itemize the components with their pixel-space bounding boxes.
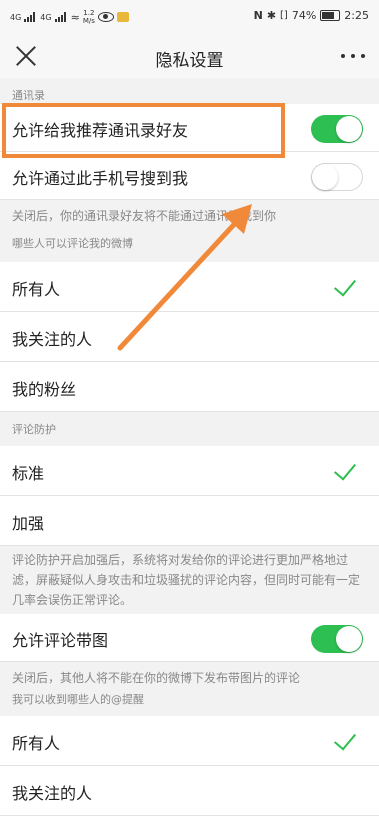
signal-icon-1: [24, 12, 37, 22]
battery-icon: [320, 10, 341, 21]
option-label: 加强: [12, 514, 45, 533]
section-header-comment-protect: 评论防护: [12, 423, 56, 436]
network-speed: 1.2 M/s: [83, 9, 95, 25]
phone-search-toggle[interactable]: [311, 163, 363, 191]
signal-label-1: 4G: [10, 12, 22, 22]
setting-label: 允许给我推荐通讯录好友: [12, 121, 189, 140]
toggle-knob: [336, 116, 362, 142]
battery-percent: 74%: [291, 9, 317, 22]
option-label: 所有人: [12, 280, 61, 299]
network-speed-value: 1.2: [83, 9, 95, 17]
page-title: 隐私设置: [155, 51, 224, 71]
option-comment-following[interactable]: 我关注的人: [0, 312, 379, 362]
settings-list: 通讯录 允许给我推荐通讯录好友 允许通过此手机号搜到我 关闭后，你的通讯录好友将…: [0, 80, 379, 816]
signal-label-2: 4G: [40, 12, 52, 22]
option-label: 标准: [12, 464, 45, 483]
protect-note: 评论防护开启加强后，系统将对发给你的评论进行更加严格地过滤，屏蔽疑似人身攻击和垃…: [12, 553, 361, 607]
section-header-contacts: 通讯录: [12, 89, 45, 102]
vibrate-icon: []: [280, 10, 288, 21]
option-label: 所有人: [12, 734, 61, 753]
nfc-icon: N: [253, 9, 263, 22]
setting-phone-search[interactable]: 允许通过此手机号搜到我: [0, 152, 379, 200]
status-left: 4G 4G ≈ 1.2 M/s: [10, 9, 129, 25]
option-mention-following[interactable]: 我关注的人: [0, 766, 379, 816]
status-bar: 4G 4G ≈ 1.2 M/s N ✱ [] 74% 2:25: [0, 0, 379, 34]
eye-icon: [97, 12, 114, 22]
recommend-contacts-toggle[interactable]: [311, 115, 363, 143]
network-speed-unit: M/s: [82, 17, 95, 25]
toggle-knob: [312, 164, 338, 190]
signal-icon-2: [54, 12, 68, 22]
setting-label: 允许通过此手机号搜到我: [12, 169, 189, 188]
option-label: 我关注的人: [12, 784, 93, 803]
option-mention-all[interactable]: 所有人: [0, 716, 379, 766]
option-label: 我关注的人: [12, 330, 93, 349]
clock: 2:25: [344, 9, 369, 22]
setting-label: 允许评论带图: [12, 631, 109, 650]
status-right: N ✱ [] 74% 2:25: [254, 9, 369, 22]
wifi-icon: ≈: [70, 10, 80, 24]
image-comment-note: 关闭后，其他人将不能在你的微博下发布带图片的评论: [12, 671, 301, 685]
check-icon: [333, 727, 357, 751]
notification-icon: [116, 12, 129, 22]
more-options-icon[interactable]: [341, 54, 365, 58]
setting-recommend-contacts[interactable]: 允许给我推荐通讯录好友: [0, 104, 379, 152]
nav-bar: 隐私设置: [0, 34, 379, 78]
toggle-knob: [336, 626, 362, 652]
section-header-mentions: 我可以收到哪些人的@提醒: [12, 693, 144, 706]
option-protect-enhanced[interactable]: 加强: [0, 496, 379, 546]
setting-image-comment[interactable]: 允许评论带图: [0, 614, 379, 662]
option-protect-standard[interactable]: 标准: [0, 446, 379, 496]
check-icon: [333, 273, 357, 297]
image-comment-toggle[interactable]: [311, 625, 363, 653]
section-header-comment-who: 哪些人可以评论我的微博: [12, 237, 133, 250]
option-label: 我的粉丝: [12, 380, 77, 399]
bluetooth-icon: ✱: [266, 9, 277, 22]
option-comment-all[interactable]: 所有人: [0, 262, 379, 312]
contacts-note: 关闭后，你的通讯录好友将不能通过通讯录找到你: [12, 209, 277, 223]
option-comment-fans[interactable]: 我的粉丝: [0, 362, 379, 412]
check-icon: [333, 457, 357, 481]
